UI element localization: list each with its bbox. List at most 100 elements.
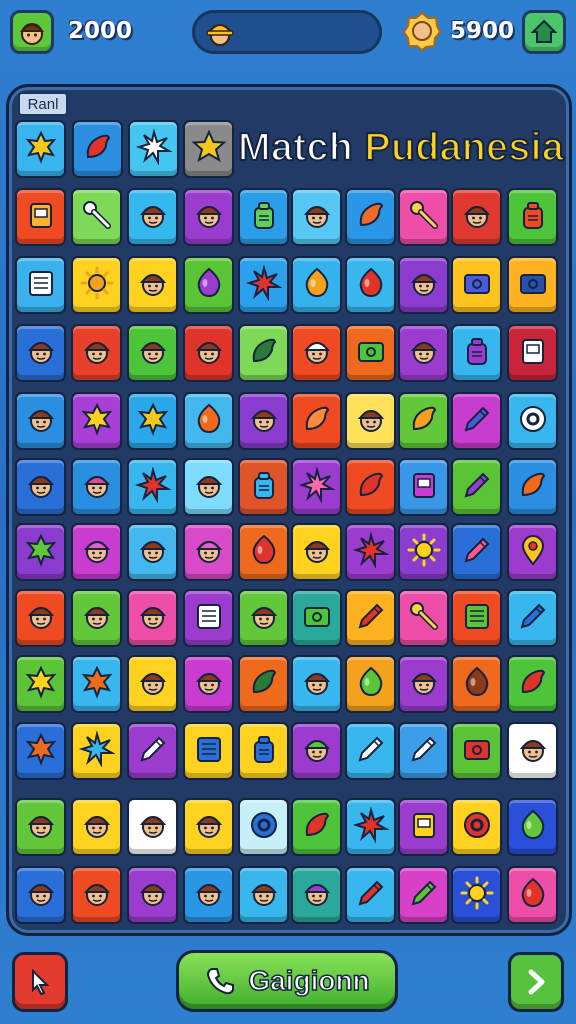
board-tile[interactable] bbox=[398, 188, 449, 246]
board-tile[interactable] bbox=[71, 188, 122, 246]
board-tile[interactable] bbox=[127, 392, 178, 450]
board-tile[interactable] bbox=[507, 324, 558, 382]
back-button[interactable] bbox=[12, 952, 68, 1012]
board-tile[interactable] bbox=[15, 324, 66, 382]
board-tile[interactable] bbox=[127, 188, 178, 246]
board-tile[interactable] bbox=[345, 188, 396, 246]
board-tile[interactable] bbox=[71, 589, 122, 647]
board-tile[interactable] bbox=[507, 798, 558, 856]
board-tile[interactable] bbox=[398, 798, 449, 856]
board-tile[interactable] bbox=[398, 256, 449, 314]
board-tile[interactable] bbox=[238, 256, 289, 314]
board-tile[interactable] bbox=[451, 458, 502, 516]
play-button[interactable]: Gaigionn bbox=[176, 950, 398, 1012]
board-tile[interactable] bbox=[451, 722, 502, 780]
board-tile[interactable] bbox=[398, 722, 449, 780]
board-tile[interactable] bbox=[451, 188, 502, 246]
board-tile[interactable] bbox=[507, 458, 558, 516]
board-tile[interactable] bbox=[398, 523, 449, 581]
board-tile[interactable] bbox=[451, 324, 502, 382]
board-tile[interactable] bbox=[183, 866, 234, 924]
board-tile[interactable] bbox=[72, 120, 123, 178]
board-tile[interactable] bbox=[345, 589, 396, 647]
board-tile[interactable] bbox=[71, 458, 122, 516]
board-tile[interactable] bbox=[291, 458, 342, 516]
board-tile[interactable] bbox=[238, 188, 289, 246]
board-tile[interactable] bbox=[71, 722, 122, 780]
board-tile[interactable] bbox=[345, 324, 396, 382]
board-tile[interactable] bbox=[15, 256, 66, 314]
board-tile[interactable] bbox=[183, 324, 234, 382]
board-tile[interactable] bbox=[507, 256, 558, 314]
board-tile[interactable] bbox=[238, 798, 289, 856]
board-tile[interactable] bbox=[291, 866, 342, 924]
board-tile[interactable] bbox=[127, 324, 178, 382]
board-tile[interactable] bbox=[507, 655, 558, 713]
board-tile[interactable] bbox=[507, 589, 558, 647]
board-tile[interactable] bbox=[71, 798, 122, 856]
board-tile[interactable] bbox=[183, 798, 234, 856]
menu-button[interactable] bbox=[522, 10, 566, 54]
board-tile[interactable] bbox=[183, 655, 234, 713]
board-tile[interactable] bbox=[15, 523, 66, 581]
board-tile[interactable] bbox=[127, 523, 178, 581]
board-tile[interactable] bbox=[71, 256, 122, 314]
board-tile[interactable] bbox=[291, 256, 342, 314]
board-tile[interactable] bbox=[345, 866, 396, 924]
board-tile[interactable] bbox=[451, 523, 502, 581]
board-tile[interactable] bbox=[507, 392, 558, 450]
board-tile[interactable] bbox=[291, 655, 342, 713]
board-tile[interactable] bbox=[345, 798, 396, 856]
board-tile[interactable] bbox=[398, 458, 449, 516]
board-tile[interactable] bbox=[398, 589, 449, 647]
board-tile[interactable] bbox=[291, 589, 342, 647]
board-tile[interactable] bbox=[15, 120, 66, 178]
board-tile[interactable] bbox=[398, 392, 449, 450]
board-tile[interactable] bbox=[15, 866, 66, 924]
board-tile[interactable] bbox=[127, 866, 178, 924]
board-tile[interactable] bbox=[71, 324, 122, 382]
board-tile[interactable] bbox=[15, 798, 66, 856]
board-tile[interactable] bbox=[71, 392, 122, 450]
board-tile[interactable] bbox=[15, 458, 66, 516]
board-tile[interactable] bbox=[238, 523, 289, 581]
board-tile[interactable] bbox=[15, 188, 66, 246]
board-tile[interactable] bbox=[291, 188, 342, 246]
board-tile[interactable] bbox=[127, 722, 178, 780]
board-tile[interactable] bbox=[451, 866, 502, 924]
board-tile[interactable] bbox=[507, 523, 558, 581]
board-tile[interactable] bbox=[345, 722, 396, 780]
board-tile[interactable] bbox=[71, 866, 122, 924]
board-tile[interactable] bbox=[345, 655, 396, 713]
board-tile[interactable] bbox=[238, 589, 289, 647]
board-tile[interactable] bbox=[238, 458, 289, 516]
board-tile[interactable] bbox=[183, 392, 234, 450]
board-tile[interactable] bbox=[451, 256, 502, 314]
board-tile[interactable] bbox=[238, 324, 289, 382]
board-tile[interactable] bbox=[345, 392, 396, 450]
board-tile[interactable] bbox=[398, 324, 449, 382]
board-tile[interactable] bbox=[345, 256, 396, 314]
board-tile[interactable] bbox=[183, 458, 234, 516]
board-tile[interactable] bbox=[127, 589, 178, 647]
board-tile[interactable] bbox=[451, 589, 502, 647]
board-tile[interactable] bbox=[507, 188, 558, 246]
board-tile[interactable] bbox=[71, 523, 122, 581]
board-tile[interactable] bbox=[127, 256, 178, 314]
board-tile[interactable] bbox=[291, 324, 342, 382]
board-tile[interactable] bbox=[15, 392, 66, 450]
board-tile[interactable] bbox=[15, 655, 66, 713]
board-tile[interactable] bbox=[507, 866, 558, 924]
board-tile[interactable] bbox=[291, 392, 342, 450]
board-tile[interactable] bbox=[451, 392, 502, 450]
board-tile[interactable] bbox=[183, 120, 234, 178]
next-button[interactable] bbox=[508, 952, 564, 1012]
board-tile[interactable] bbox=[238, 722, 289, 780]
board-tile[interactable] bbox=[15, 722, 66, 780]
board-tile[interactable] bbox=[183, 256, 234, 314]
board-tile[interactable] bbox=[507, 722, 558, 780]
board-tile[interactable] bbox=[71, 655, 122, 713]
player-avatar-button[interactable] bbox=[10, 10, 54, 54]
board-tile[interactable] bbox=[183, 188, 234, 246]
board-tile[interactable] bbox=[238, 866, 289, 924]
